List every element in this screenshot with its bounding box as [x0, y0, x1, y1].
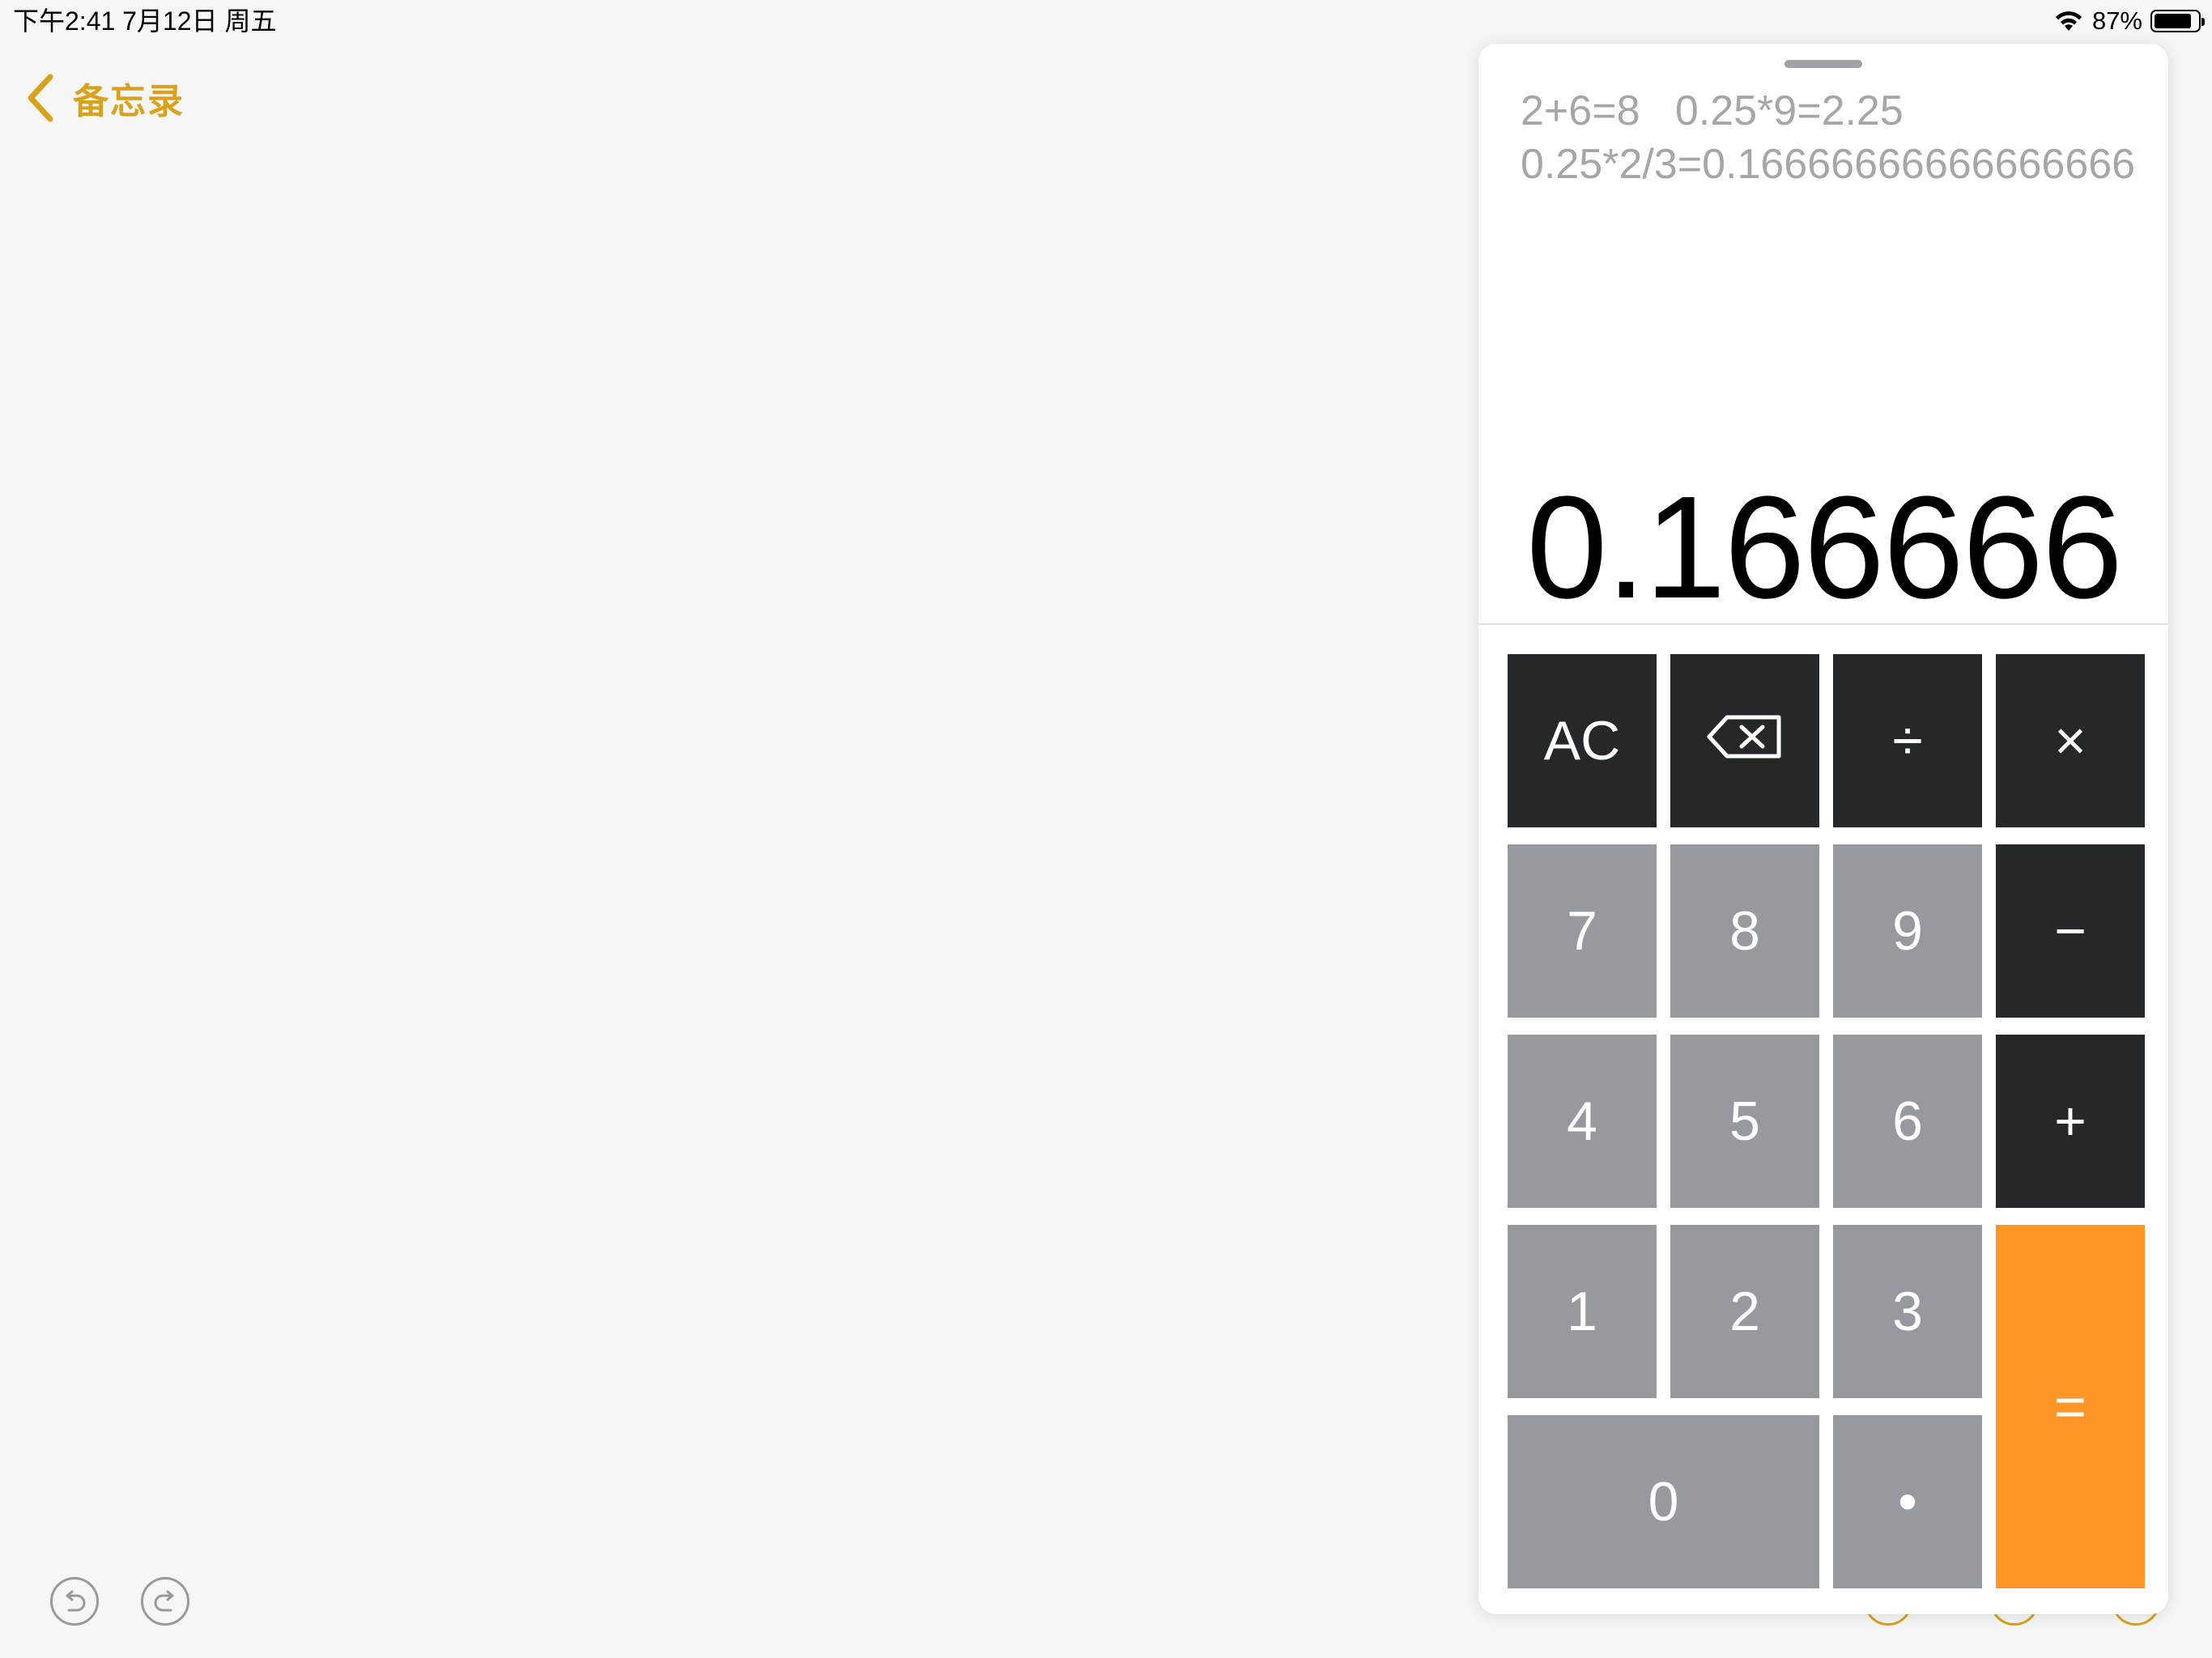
- plus-label: +: [2054, 1090, 2087, 1152]
- panel-grabber-handle[interactable]: [1784, 60, 1862, 68]
- digit-6-button[interactable]: 6: [1833, 1035, 1982, 1208]
- divide-label: ÷: [1892, 710, 1923, 772]
- battery-level-fill: [2155, 14, 2191, 28]
- minus-label: −: [2054, 900, 2087, 962]
- plus-button[interactable]: +: [1996, 1035, 2145, 1208]
- decimal-point-label: •: [1898, 1471, 1917, 1533]
- clear-button[interactable]: AC: [1508, 654, 1657, 827]
- multiply-button[interactable]: ×: [1996, 654, 2145, 827]
- digit-3-button[interactable]: 3: [1833, 1225, 1982, 1398]
- back-to-notes-button[interactable]: 备忘录: [26, 71, 185, 125]
- battery-icon: [2150, 10, 2205, 32]
- digit-9-button[interactable]: 9: [1833, 844, 1982, 1018]
- minus-button[interactable]: −: [1996, 844, 2145, 1018]
- calculator-panel: 2+6=8 0.25*9=2.25 0.25*2/3=0.16666666666…: [1478, 44, 2168, 1614]
- status-time-date: 下午2:41 7月12日 周五: [13, 6, 277, 36]
- status-indicators: 87%: [2053, 6, 2205, 36]
- digit-2-label: 2: [1729, 1281, 1760, 1342]
- equals-label: =: [2054, 1375, 2087, 1438]
- digit-0-button[interactable]: 0: [1508, 1415, 1819, 1588]
- digit-9-label: 9: [1892, 900, 1923, 962]
- keypad: AC ÷ × 7 8 9 − 4 5 6 + 1 2 3 = 0 •: [1508, 654, 2147, 1614]
- digit-4-button[interactable]: 4: [1508, 1035, 1657, 1208]
- digit-1-button[interactable]: 1: [1508, 1225, 1657, 1398]
- battery-cap: [2201, 18, 2205, 26]
- decimal-point-button[interactable]: •: [1833, 1415, 1982, 1588]
- display-divider: [1478, 623, 2168, 625]
- redo-button[interactable]: [141, 1577, 189, 1626]
- digit-1-label: 1: [1567, 1281, 1597, 1342]
- battery-percent: 87%: [2091, 6, 2142, 35]
- divide-button[interactable]: ÷: [1833, 654, 1982, 827]
- equals-button[interactable]: =: [1996, 1225, 2145, 1588]
- digit-0-label: 0: [1648, 1471, 1679, 1533]
- digit-5-label: 5: [1729, 1090, 1760, 1152]
- calculation-history: 2+6=8 0.25*9=2.25 0.25*2/3=0.16666666666…: [1521, 84, 2136, 191]
- undo-icon: [61, 1589, 88, 1613]
- digit-3-label: 3: [1892, 1281, 1923, 1342]
- history-line-1: 2+6=8 0.25*9=2.25: [1521, 87, 1904, 134]
- digit-7-label: 7: [1567, 900, 1597, 962]
- digit-5-button[interactable]: 5: [1670, 1035, 1819, 1208]
- delete-icon: [1706, 709, 1784, 772]
- result-display: 0.166666: [1526, 466, 2123, 629]
- digit-2-button[interactable]: 2: [1670, 1225, 1819, 1398]
- wifi-icon: [2053, 10, 2084, 32]
- digit-7-button[interactable]: 7: [1508, 844, 1657, 1018]
- digit-8-button[interactable]: 8: [1670, 844, 1819, 1018]
- delete-button[interactable]: [1670, 654, 1819, 827]
- digit-4-label: 4: [1567, 1090, 1597, 1152]
- multiply-label: ×: [2054, 710, 2087, 772]
- undo-button[interactable]: [50, 1577, 99, 1626]
- digit-8-label: 8: [1729, 900, 1760, 962]
- redo-icon: [151, 1589, 179, 1613]
- history-line-2: 0.25*2/3=0.16666666666666666: [1521, 141, 2136, 188]
- digit-6-label: 6: [1892, 1090, 1923, 1152]
- clear-label: AC: [1543, 710, 1621, 772]
- status-bar: 下午2:41 7月12日 周五 87%: [0, 0, 2212, 42]
- back-label: 备忘录: [73, 82, 185, 121]
- chevron-left-icon: [26, 74, 55, 122]
